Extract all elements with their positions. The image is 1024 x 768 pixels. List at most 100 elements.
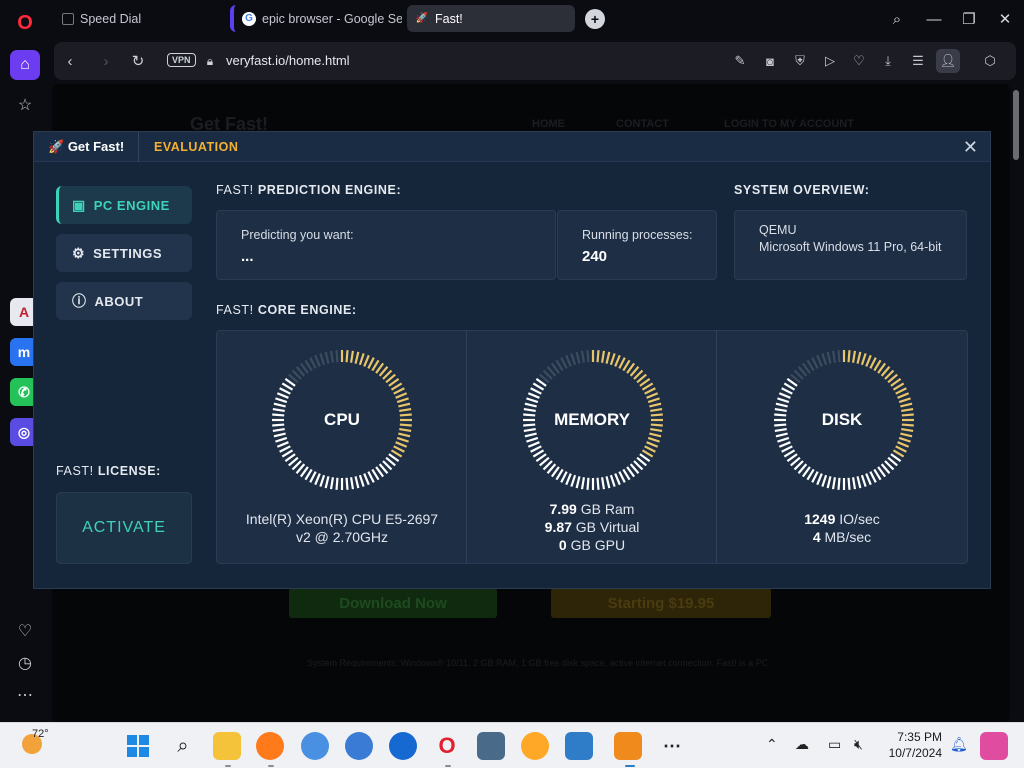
- clock[interactable]: 7:35 PM 10/7/2024: [884, 729, 942, 761]
- gauge-tick: [354, 476, 360, 489]
- gauge-tick: [783, 382, 796, 391]
- extensions-icon[interactable]: ⬡: [980, 51, 1000, 71]
- edit-icon[interactable]: ✎: [730, 51, 750, 71]
- gauge-tick: [398, 432, 411, 438]
- camera-icon[interactable]: ◙: [760, 51, 780, 71]
- chrome-icon[interactable]: [301, 732, 329, 760]
- io-value: 1249: [804, 511, 836, 527]
- tab-google[interactable]: G epic browser - Google Se: [230, 5, 402, 32]
- app-icon[interactable]: [521, 732, 549, 760]
- tab-title: epic browser - Google Se: [262, 11, 402, 26]
- edge-icon[interactable]: [389, 732, 417, 760]
- page-nav-contact[interactable]: CONTACT: [616, 118, 669, 130]
- network-icon[interactable]: ▭: [828, 736, 841, 753]
- profile-icon[interactable]: 👤︎: [936, 49, 960, 73]
- onedrive-icon[interactable]: ☁: [795, 736, 809, 753]
- page-nav-login[interactable]: LOGIN TO MY ACCOUNT: [724, 118, 854, 130]
- tab-speed-dial[interactable]: Speed Dial: [54, 5, 224, 32]
- heart-icon[interactable]: ♡: [10, 616, 40, 646]
- start-button[interactable]: [124, 732, 152, 760]
- gauge-tick: [775, 402, 788, 408]
- minimize-button[interactable]: —: [923, 8, 945, 30]
- search-tabs-icon[interactable]: ⌕: [886, 8, 908, 30]
- forward-button[interactable]: ›: [96, 51, 116, 71]
- page-pricing-button[interactable]: Starting $19.95: [551, 588, 771, 618]
- modal-close-button[interactable]: ✕: [963, 137, 978, 158]
- gauge-tick: [821, 353, 828, 366]
- weather-temp[interactable]: 72°: [32, 728, 49, 740]
- gauge-tick: [398, 402, 411, 408]
- gauge-tick: [363, 354, 370, 367]
- copilot-icon[interactable]: [980, 732, 1008, 760]
- overflow-icon[interactable]: ⋯: [658, 732, 686, 760]
- io-unit: IO/sec: [839, 511, 880, 527]
- gauge-tick: [390, 382, 403, 391]
- home-icon[interactable]: ⌂: [10, 50, 40, 80]
- globe-icon[interactable]: [345, 732, 373, 760]
- disk-info: 1249 IO/sec 4 MB/sec: [717, 510, 967, 546]
- ram-value: 7.99: [549, 501, 577, 517]
- download-icon[interactable]: ⤓: [878, 51, 898, 71]
- new-tab-button[interactable]: +: [585, 9, 605, 29]
- page-download-button[interactable]: Download Now: [289, 588, 497, 618]
- nav-about[interactable]: ⓘ ABOUT: [56, 282, 192, 320]
- nav-settings[interactable]: ⚙ SETTINGS: [56, 234, 192, 272]
- nav-label: ABOUT: [94, 293, 144, 309]
- scrollbar-thumb[interactable]: [1013, 90, 1019, 160]
- gauge-tick: [329, 350, 335, 363]
- back-button[interactable]: ‹: [60, 51, 80, 71]
- title-prefix: FAST!: [216, 183, 254, 197]
- memory-gauge-cell: MEMORY 7.99 GB Ram 9.87 GB Virtual 0 GB …: [467, 332, 717, 564]
- memory-label: MEMORY: [554, 410, 630, 429]
- opera-icon[interactable]: O: [433, 732, 461, 760]
- history-icon[interactable]: ◷: [10, 648, 40, 678]
- gauge-tick: [396, 436, 409, 443]
- gauge-tick: [618, 357, 626, 369]
- photos-icon[interactable]: [565, 732, 593, 760]
- vpn-badge[interactable]: VPN: [167, 53, 196, 67]
- gauge-tick: [816, 473, 823, 486]
- remote-desktop-icon[interactable]: [477, 732, 505, 760]
- virtual-unit: GB Virtual: [575, 519, 640, 535]
- file-explorer-icon[interactable]: [213, 732, 241, 760]
- opera-logo-icon[interactable]: O: [10, 8, 40, 38]
- volume-icon[interactable]: 🔇︎: [854, 736, 863, 753]
- running-indicator: [225, 765, 231, 767]
- adblock-icon[interactable]: ⛨: [790, 51, 810, 71]
- nav-pc-engine[interactable]: ▣ PC ENGINE: [56, 186, 192, 224]
- grid-icon: [62, 12, 74, 25]
- chevron-up-icon[interactable]: ⌃: [766, 736, 778, 753]
- gauge-tick: [649, 432, 662, 438]
- gauge-tick: [837, 477, 841, 490]
- title-prefix: FAST!: [216, 303, 254, 317]
- clock-time: 7:35 PM: [897, 730, 942, 744]
- maximize-button[interactable]: ❐: [958, 8, 980, 30]
- page-scrollbar[interactable]: [1012, 86, 1020, 720]
- send-icon[interactable]: ▷: [820, 51, 840, 71]
- lock-icon[interactable]: 🔒︎: [200, 51, 220, 71]
- processes-label: Running processes:: [582, 228, 693, 242]
- gauge-tick: [527, 441, 540, 448]
- gauge-tick: [580, 350, 586, 363]
- gauge-tick: [860, 474, 867, 487]
- search-icon[interactable]: ⌕: [169, 732, 197, 760]
- activate-button[interactable]: ACTIVATE: [56, 492, 192, 564]
- easy-setup-icon[interactable]: ☰: [908, 51, 928, 71]
- reload-button[interactable]: ↻: [128, 51, 148, 71]
- heart-icon[interactable]: ♡: [849, 51, 869, 71]
- close-window-button[interactable]: ✕: [994, 8, 1016, 30]
- more-icon[interactable]: ⋯: [10, 680, 40, 710]
- url-field[interactable]: veryfast.io/home.html: [226, 53, 350, 68]
- gauge-tick: [837, 350, 841, 363]
- notification-bell-icon[interactable]: 🔔︎: [950, 736, 968, 753]
- bookmarks-icon[interactable]: ☆: [10, 90, 40, 120]
- gauge-tick: [586, 350, 590, 363]
- page-nav-home[interactable]: HOME: [532, 118, 565, 130]
- firefox-icon[interactable]: [256, 732, 284, 760]
- processes-value: 240: [582, 248, 608, 265]
- gauge-tick: [371, 468, 380, 481]
- fast-app-icon[interactable]: [614, 732, 642, 760]
- gauge-tick: [530, 387, 542, 395]
- cpu-label: CPU: [324, 410, 360, 429]
- tab-fast[interactable]: 🚀 Fast!: [407, 5, 575, 32]
